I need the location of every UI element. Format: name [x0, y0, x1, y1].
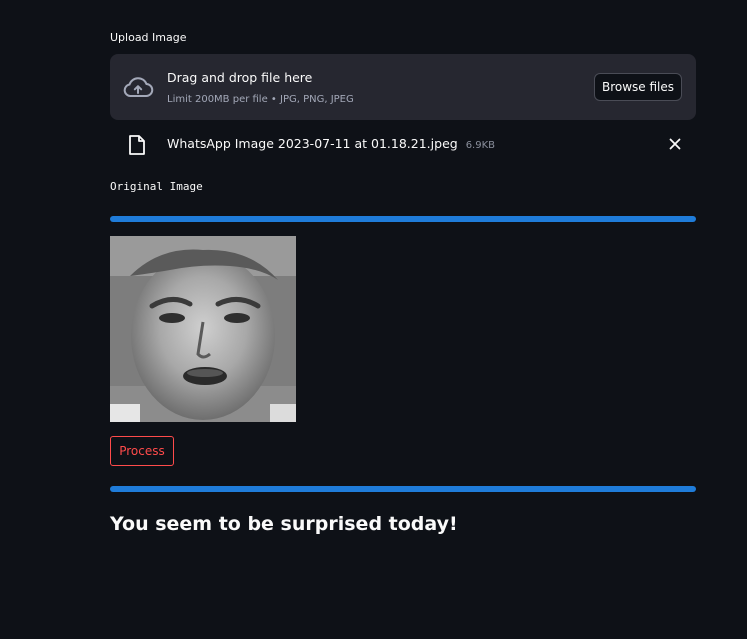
browse-files-button[interactable]: Browse files: [594, 73, 682, 101]
dropzone-limit: Limit 200MB per file • JPG, PNG, JPEG: [167, 94, 354, 105]
dropzone-title: Drag and drop file here: [167, 70, 313, 85]
process-button[interactable]: Process: [110, 436, 174, 466]
file-name: WhatsApp Image 2023-07-11 at 01.18.21.jp…: [167, 136, 458, 151]
file-name-wrapper: WhatsApp Image 2023-07-11 at 01.18.21.jp…: [167, 136, 495, 151]
upload-image-label: Upload Image: [110, 31, 187, 44]
file-size: 6.9KB: [465, 140, 496, 151]
file-icon: [129, 135, 145, 155]
uploaded-file-row: WhatsApp Image 2023-07-11 at 01.18.21.jp…: [110, 130, 696, 158]
original-image-label: Original Image: [110, 180, 203, 193]
bottom-divider: [110, 486, 696, 492]
cloud-upload-icon: [123, 77, 154, 97]
top-divider: [110, 216, 696, 222]
face-image: [110, 236, 296, 422]
file-dropzone[interactable]: Drag and drop file here Limit 200MB per …: [110, 54, 696, 120]
result-message: You seem to be surprised today!: [110, 513, 458, 535]
close-icon[interactable]: [666, 135, 684, 153]
